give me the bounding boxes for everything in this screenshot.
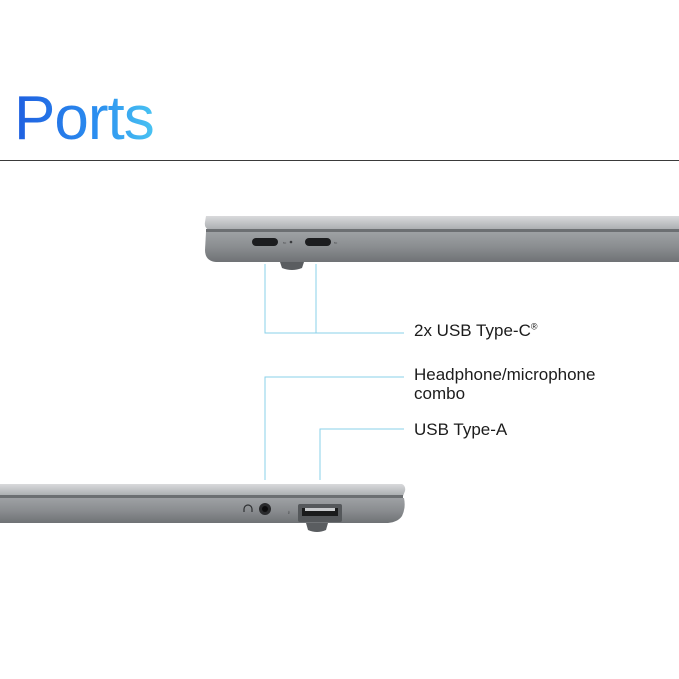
label-headphone-line1: Headphone/microphone xyxy=(414,365,596,384)
laptop-base-lower xyxy=(0,498,405,523)
laptop-lid-lower xyxy=(0,484,406,496)
laptop-foot-upper xyxy=(280,262,304,270)
callout-lines xyxy=(264,264,404,480)
callout-usb-c-1 xyxy=(264,264,404,334)
laptop-lid-upper xyxy=(204,216,679,230)
ports-diagram: ⇐ ⇐ ⇐ xyxy=(0,216,679,532)
label-headphone: Headphone/microphone combo xyxy=(414,365,595,403)
laptop-base-upper xyxy=(205,232,679,262)
label-headphone-line2: combo xyxy=(414,384,466,403)
label-usb-c-text: 2x USB Type-C xyxy=(414,321,531,340)
usb-c-port-1 xyxy=(252,238,278,246)
laptop-foot-lower xyxy=(306,523,328,532)
usb-c-port-2 xyxy=(305,238,331,246)
label-usb-c: 2x USB Type-C® xyxy=(414,321,537,340)
laptop-side-lower: ⇐ xyxy=(0,484,406,532)
label-usb-a: USB Type-A xyxy=(414,420,508,439)
callout-usb-a xyxy=(319,428,404,480)
laptop-side-upper: ⇐ ⇐ xyxy=(204,216,679,270)
registered-mark: ® xyxy=(530,321,538,332)
status-led xyxy=(289,240,293,244)
